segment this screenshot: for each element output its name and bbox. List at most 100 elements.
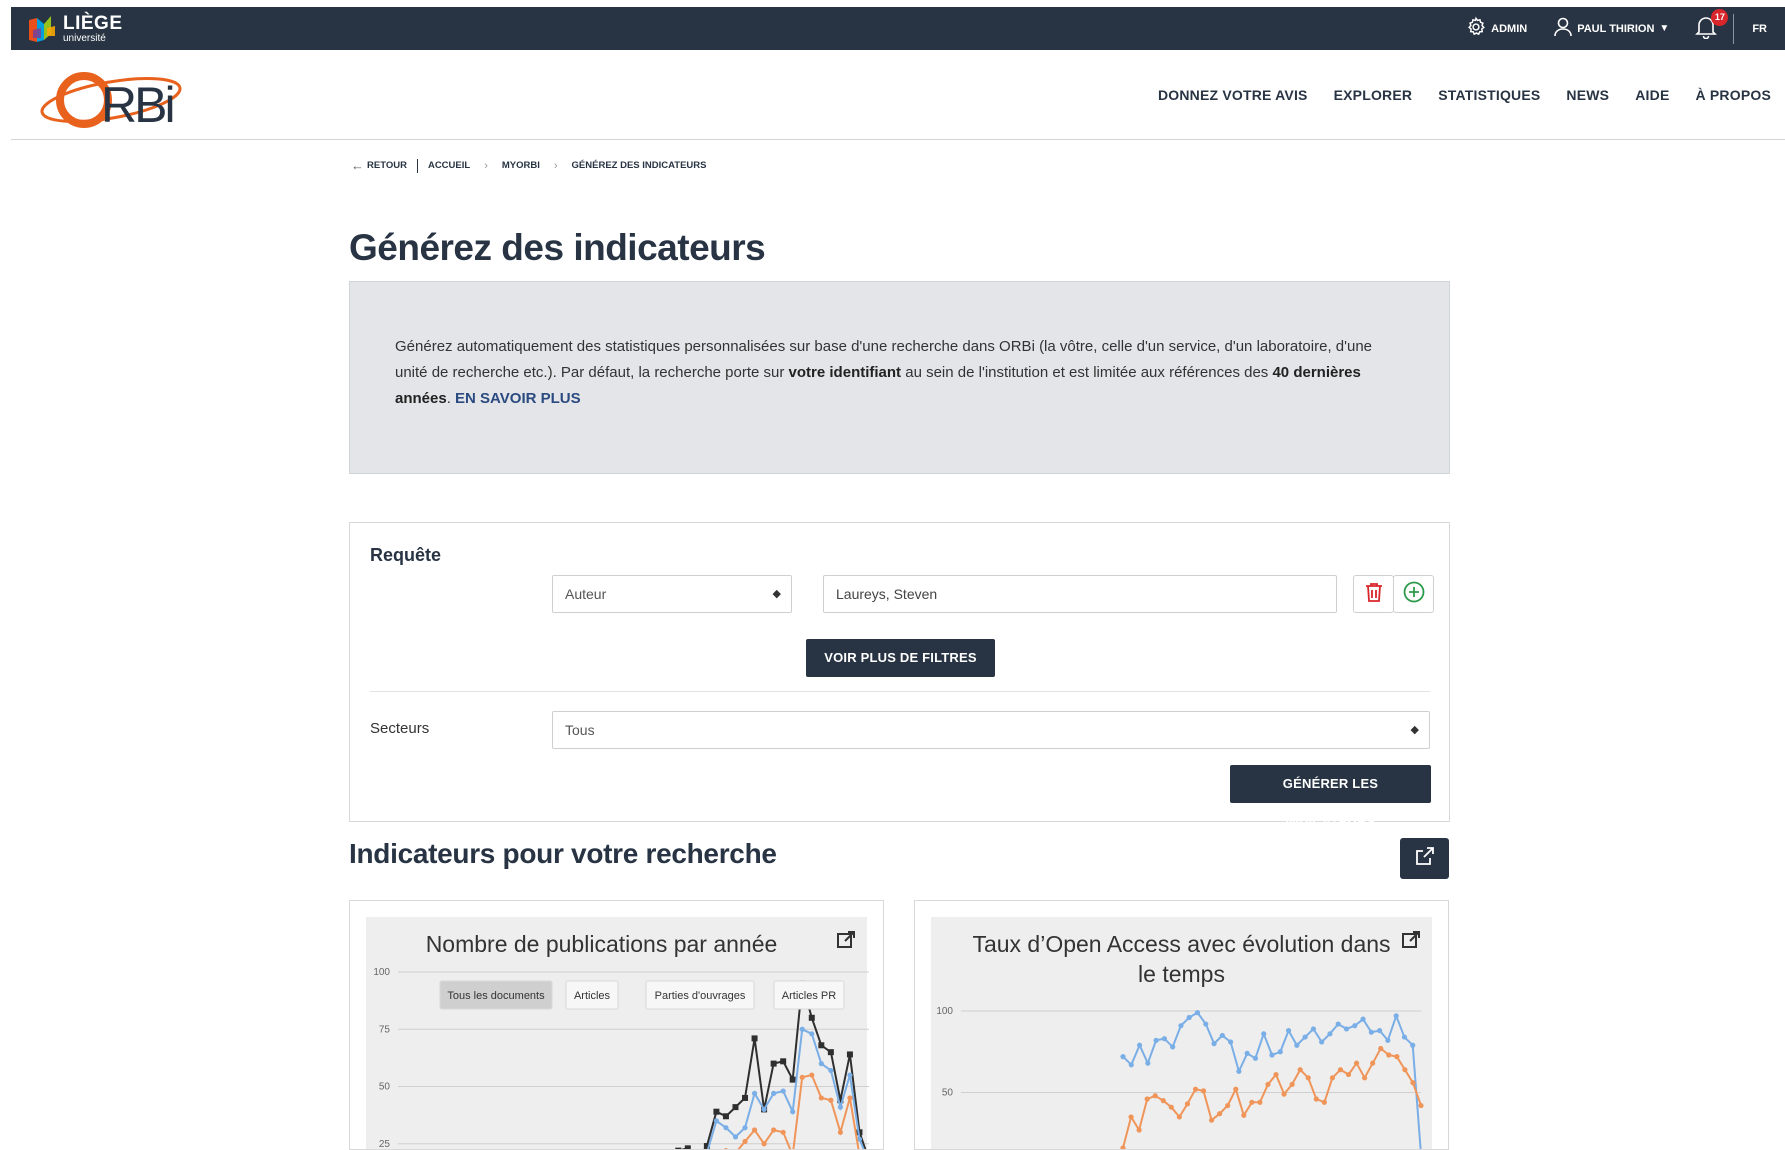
data-point: [1194, 1010, 1201, 1016]
data-point: [1228, 1039, 1234, 1045]
data-point: [1305, 1075, 1311, 1081]
data-point: [742, 1138, 748, 1145]
data-point: [818, 1095, 824, 1101]
data-point: [742, 1125, 748, 1131]
data-point: [1144, 1096, 1150, 1102]
nav-news[interactable]: NEWS: [1566, 87, 1609, 103]
delete-button[interactable]: [1353, 575, 1394, 613]
more-filters-button[interactable]: VOIR PLUS DE FILTRES: [806, 639, 995, 677]
data-point: [723, 1125, 729, 1131]
data-point: [1208, 1117, 1215, 1123]
admin-link[interactable]: ADMIN: [1465, 16, 1527, 41]
generate-button[interactable]: GÉNÉRER LES INDICATEURS: [1230, 765, 1431, 829]
data-point: [722, 1113, 729, 1120]
breadcrumb-myorbi[interactable]: MYORBI: [502, 160, 540, 171]
uliege-mark-icon: [27, 14, 57, 44]
data-point: [1160, 1098, 1166, 1104]
nav-avis[interactable]: DONNEZ VOTRE AVIS: [1158, 87, 1308, 103]
data-point: [1385, 1037, 1391, 1043]
data-point: [1352, 1023, 1358, 1029]
data-point: [799, 1074, 805, 1080]
chart-filter-button[interactable]: Articles PR: [773, 980, 845, 1010]
uliege-logo[interactable]: LIÈGE université: [27, 11, 123, 47]
data-point: [1236, 1068, 1242, 1074]
data-point: [1401, 1034, 1408, 1040]
data-point: [1241, 1112, 1247, 1118]
chart-card-publications: Nombre de publications par année 100 75 50…: [349, 900, 884, 1150]
data-point: [1313, 1096, 1319, 1102]
data-point: [1368, 1029, 1374, 1035]
data-point: [1152, 1093, 1158, 1099]
data-point: [751, 1127, 758, 1133]
export-button[interactable]: [1400, 838, 1449, 879]
sectors-select[interactable]: Tous ◆: [552, 711, 1430, 749]
data-point: [1335, 1021, 1341, 1027]
author-input[interactable]: [823, 575, 1337, 613]
data-point: [1360, 1016, 1366, 1022]
nav-explorer[interactable]: EXPLORER: [1334, 87, 1413, 103]
data-point: [732, 1134, 739, 1140]
y-tick-label: 25: [379, 1139, 391, 1150]
intro-bold: votre identifiant: [788, 364, 902, 381]
data-point: [780, 1058, 787, 1065]
data-point: [1285, 1027, 1292, 1034]
data-point: [847, 1072, 853, 1078]
chart-filter-button[interactable]: Tous les documents: [439, 980, 553, 1010]
data-point: [818, 1042, 825, 1049]
data-point: [1265, 1081, 1271, 1087]
user-icon: [1553, 16, 1577, 41]
data-point: [1257, 1099, 1263, 1105]
chart-filter-button[interactable]: Parties d'ouvrages: [645, 980, 755, 1010]
svg-text:RBi: RBi: [101, 77, 173, 132]
data-point: [846, 1051, 853, 1058]
divider: [370, 691, 1430, 692]
chart-area: Nombre de publications par année 100 75 50…: [366, 917, 869, 1150]
data-point: [827, 1049, 834, 1056]
data-point: [1186, 1014, 1192, 1021]
plus-circle-icon: [1403, 581, 1425, 608]
data-point: [684, 1145, 691, 1149]
nav-aide[interactable]: AIDE: [1635, 87, 1669, 103]
data-point: [771, 1127, 777, 1133]
data-point: [1269, 1052, 1275, 1058]
data-point: [1244, 1050, 1250, 1056]
user-menu[interactable]: PAUL THIRION ▼: [1553, 16, 1669, 41]
data-point: [1294, 1042, 1300, 1048]
back-link[interactable]: RETOUR: [367, 160, 407, 171]
data-point: [1219, 1032, 1225, 1039]
sectors-label: Secteurs: [370, 720, 430, 737]
data-point: [828, 1067, 834, 1074]
notifications-button[interactable]: 17: [1695, 9, 1729, 42]
data-point: [780, 1129, 786, 1135]
data-point: [1393, 1013, 1399, 1019]
language-switch[interactable]: FR: [1752, 23, 1767, 35]
learn-more-link[interactable]: EN SAVOIR PLUS: [455, 390, 581, 407]
data-point: [1168, 1104, 1174, 1110]
breadcrumb-current: GÉNÉREZ DES INDICATEURS: [571, 160, 707, 171]
y-tick-label: 50: [942, 1088, 954, 1099]
top-bar: LIÈGE université ADMIN PAUL THIRION ▼ 17…: [11, 7, 1785, 50]
external-link-icon: [1414, 845, 1436, 872]
intro-box: Générez automatiquement des statistiques…: [349, 281, 1450, 474]
nav-statistiques[interactable]: STATISTIQUES: [1438, 87, 1540, 103]
data-point: [1321, 1099, 1327, 1105]
data-point: [1277, 1049, 1283, 1055]
publications-chart: 100 75 50 25 Tous les documents Articles Parti…: [373, 967, 869, 1150]
add-filter-button[interactable]: [1393, 575, 1434, 613]
chart-filter-button[interactable]: Articles: [565, 980, 619, 1010]
field-select[interactable]: Auteur ◆: [552, 575, 792, 613]
data-point: [1418, 1102, 1424, 1109]
data-point: [732, 1104, 739, 1111]
bell-icon: [1695, 17, 1718, 42]
data-point: [1345, 1071, 1352, 1078]
data-point: [761, 1106, 767, 1112]
data-point: [837, 1129, 843, 1135]
breadcrumb-accueil[interactable]: ACCUEIL: [428, 160, 470, 171]
orbi-logo[interactable]: RBi: [26, 60, 196, 133]
series-line: [1122, 1011, 1422, 1149]
logo-title: LIÈGE: [63, 13, 123, 34]
nav-a-propos[interactable]: À PROPOS: [1695, 87, 1771, 103]
data-point: [1170, 1044, 1176, 1050]
gear-icon: [1465, 16, 1491, 41]
admin-label: ADMIN: [1491, 22, 1528, 35]
